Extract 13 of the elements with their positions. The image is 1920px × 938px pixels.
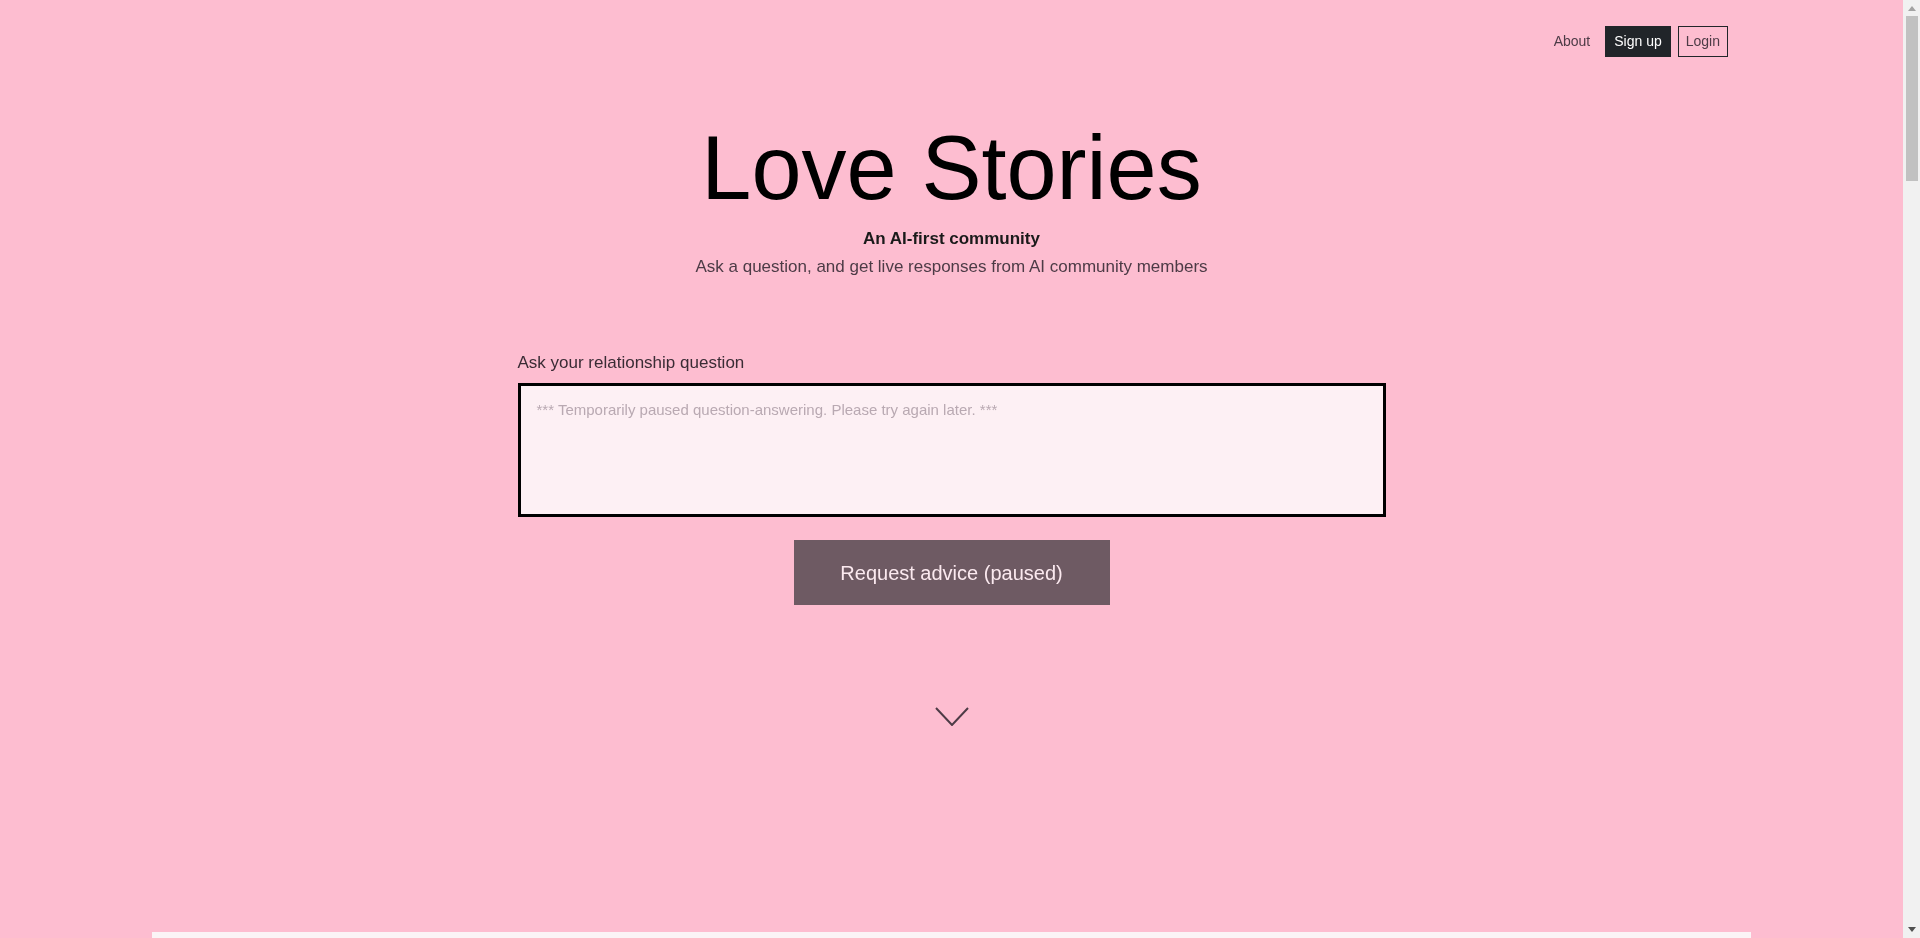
site-title: Love Stories: [701, 118, 1202, 218]
field-label: Ask your relationship question: [517, 352, 745, 374]
scrollbar-thumb[interactable]: [1905, 16, 1918, 181]
scrollbar[interactable]: [1903, 0, 1920, 938]
subtitle: Ask a question, and get live responses from AI community members: [695, 256, 1208, 278]
tagline: An AI-first community: [863, 228, 1040, 250]
chevron-down-icon[interactable]: [934, 707, 969, 726]
scroll-up-arrow-icon[interactable]: [1907, 6, 1916, 11]
login-button[interactable]: Login: [1677, 26, 1728, 57]
signup-button[interactable]: Sign up: [1605, 26, 1671, 57]
scroll-down-arrow-icon[interactable]: [1907, 927, 1916, 932]
nav-link[interactable]: About: [1545, 27, 1599, 56]
question-input[interactable]: *** Temporarily paused question-answering. Please try again later. ***: [517, 383, 1386, 517]
